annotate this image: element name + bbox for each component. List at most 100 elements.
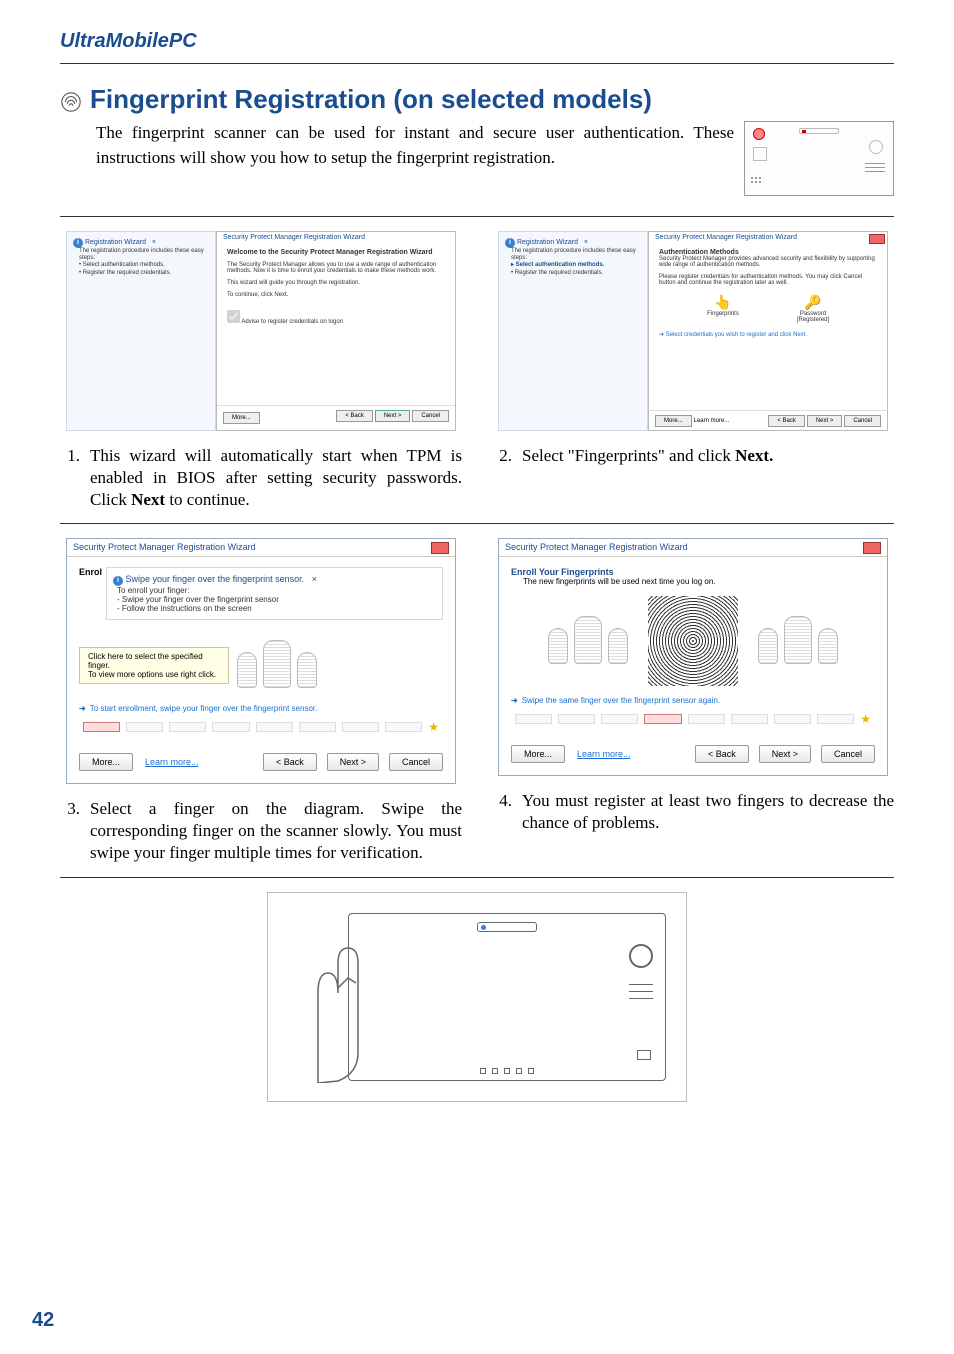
learn-more-link[interactable]: Learn more... [694,418,730,424]
main-heading-text: Fingerprint Registration (on selected mo… [90,84,652,115]
info-icon: i [505,238,515,248]
back-button[interactable]: < Back [336,410,373,422]
button-icon [637,1050,651,1060]
advise-checkbox[interactable] [227,310,240,323]
step-3-number: 3. [60,798,90,864]
wizard-a-tip-body: The registration procedure includes thes… [73,248,209,262]
wizard-c-tip-l2: - Swipe your finger over the fingerprint… [113,595,436,604]
step-4-text: You must register at least two fingers t… [522,790,894,834]
wizard-b-tip-body: The registration procedure includes thes… [505,248,641,262]
step-2-number: 2. [492,445,522,467]
more-button[interactable]: More... [223,412,260,424]
nav-dial-icon [629,944,653,968]
close-icon[interactable] [863,542,881,554]
divider [60,877,894,878]
fingerprint-sensor-icon [481,925,486,930]
star-icon: ★ [860,712,871,726]
wizard-b-tip-b1: ▸ Select authentication methods. [505,262,641,269]
close-icon[interactable] [431,542,449,554]
step-3-text: Select a finger on the diagram. Swipe th… [90,798,462,864]
wizard-a-heading: Welcome to the Security Protect Manager … [227,249,445,256]
cancel-button[interactable]: Cancel [844,415,881,427]
hand-diagram [548,616,628,664]
info-icon: i [113,576,123,586]
wizard-a-p3: To continue, click Next. [227,292,445,298]
wizard-screenshot-2: i Registration Wizard × The registration… [498,231,888,431]
next-button[interactable]: Next > [327,753,379,771]
step-1-text: This wizard will automatically start whe… [90,445,462,511]
wizard-b-hint: Select credentials you wish to register … [666,332,807,338]
step-2-text: Select "Fingerprints" and click Next. [522,445,894,467]
back-button[interactable]: < Back [768,415,805,427]
wizard-c-tip-title: Swipe your finger over the fingerprint s… [126,574,305,584]
wizard-c-tip-l1: To enroll your finger: [113,586,436,595]
wizard-d-hint: Swipe the same finger over the fingerpri… [522,696,720,705]
arrow-icon: ➜ [79,704,86,713]
wizard-b-tip-b2: • Register the required credentials. [505,270,641,277]
fingerprint-image [648,596,738,686]
device-outline [348,913,666,1081]
enroll-label: Enrol [79,567,102,577]
close-icon[interactable] [869,234,885,244]
enrollment-progress: ★ [511,711,875,727]
enrollment-progress: ★ [79,719,443,735]
intro-text: The fingerprint scanner can be used for … [96,121,734,170]
fingerprint-icon [60,89,82,111]
wizard-a-p2: This wizard will guide you through the r… [227,280,445,286]
header-rule [60,63,894,64]
cancel-button[interactable]: Cancel [412,410,449,422]
next-button[interactable]: Next > [759,745,811,763]
learn-more-link[interactable]: Learn more... [577,749,631,759]
info-icon: i [73,238,83,248]
fingerprint-sensor-callout-icon [753,128,765,140]
main-heading: Fingerprint Registration (on selected mo… [60,84,894,115]
step-4-number: 4. [492,790,522,834]
step-1-number: 1. [60,445,90,511]
wizard-screenshot-4: Security Protect Manager Registration Wi… [498,538,888,776]
wizard-b-p2: Please register credentials for authenti… [659,274,877,286]
cancel-button[interactable]: Cancel [821,745,875,763]
star-icon: ★ [428,720,439,734]
wizard-screenshot-3: Security Protect Manager Registration Wi… [66,538,456,784]
hand-diagram [758,616,838,664]
cancel-button[interactable]: Cancel [389,753,443,771]
back-button[interactable]: < Back [695,745,749,763]
arrow-icon: ➜ [659,332,664,338]
fingerprints-option[interactable]: 👆Fingerprints [693,294,753,323]
finger-select-tooltip: Click here to select the specified finge… [79,647,229,684]
more-button[interactable]: More... [79,753,133,771]
more-button[interactable]: More... [655,415,692,427]
divider [60,523,894,524]
next-button[interactable]: Next > [807,415,843,427]
wizard-d-titlebar: Security Protect Manager Registration Wi… [505,542,688,553]
wizard-a-tip-b1: • Select authentication methods. [73,262,209,269]
wizard-d-p1: The new fingerprints will be used next t… [511,577,875,586]
swipe-illustration [267,892,687,1102]
wizard-b-tip-title: Registration Wizard [517,239,578,246]
back-button[interactable]: < Back [263,753,317,771]
hand-diagram[interactable] [237,640,317,688]
bottom-button-row [480,1068,534,1074]
wizard-c-titlebar: Security Protect Manager Registration Wi… [73,542,256,553]
wizard-b-heading: Authentication Methods [659,249,877,256]
password-option[interactable]: 🔑Password[Registered] [783,294,843,323]
wizard-a-tip-b2: • Register the required credentials. [73,270,209,277]
arrow-icon: ➜ [511,696,518,705]
doc-header: UltraMobilePC [60,30,894,53]
more-button[interactable]: More... [511,745,565,763]
next-button[interactable]: Next > [375,410,411,422]
wizard-a-titlebar: Security Protect Manager Registration Wi… [217,232,455,243]
wizard-a-tip-title: Registration Wizard [85,239,146,246]
fingerprint-icon: 👆 [693,294,753,311]
wizard-screenshot-1: i Registration Wizard × The registration… [66,231,456,431]
wizard-c-hint: To start enrollment, swipe your finger o… [90,704,318,713]
page-number: 42 [32,1309,54,1332]
key-icon: 🔑 [783,294,843,311]
wizard-b-titlebar: Security Protect Manager Registration Wi… [649,232,887,243]
device-thumbnail [744,121,894,196]
wizard-c-tip-l3: - Follow the instructions on the screen [113,604,436,613]
learn-more-link[interactable]: Learn more... [145,757,199,767]
wizard-a-checkbox-label: Advise to register credentials on logon [241,319,343,325]
wizard-d-heading: Enroll Your Fingerprints [511,567,614,577]
wizard-a-p1: The Security Protect Manager allows you … [227,262,445,274]
